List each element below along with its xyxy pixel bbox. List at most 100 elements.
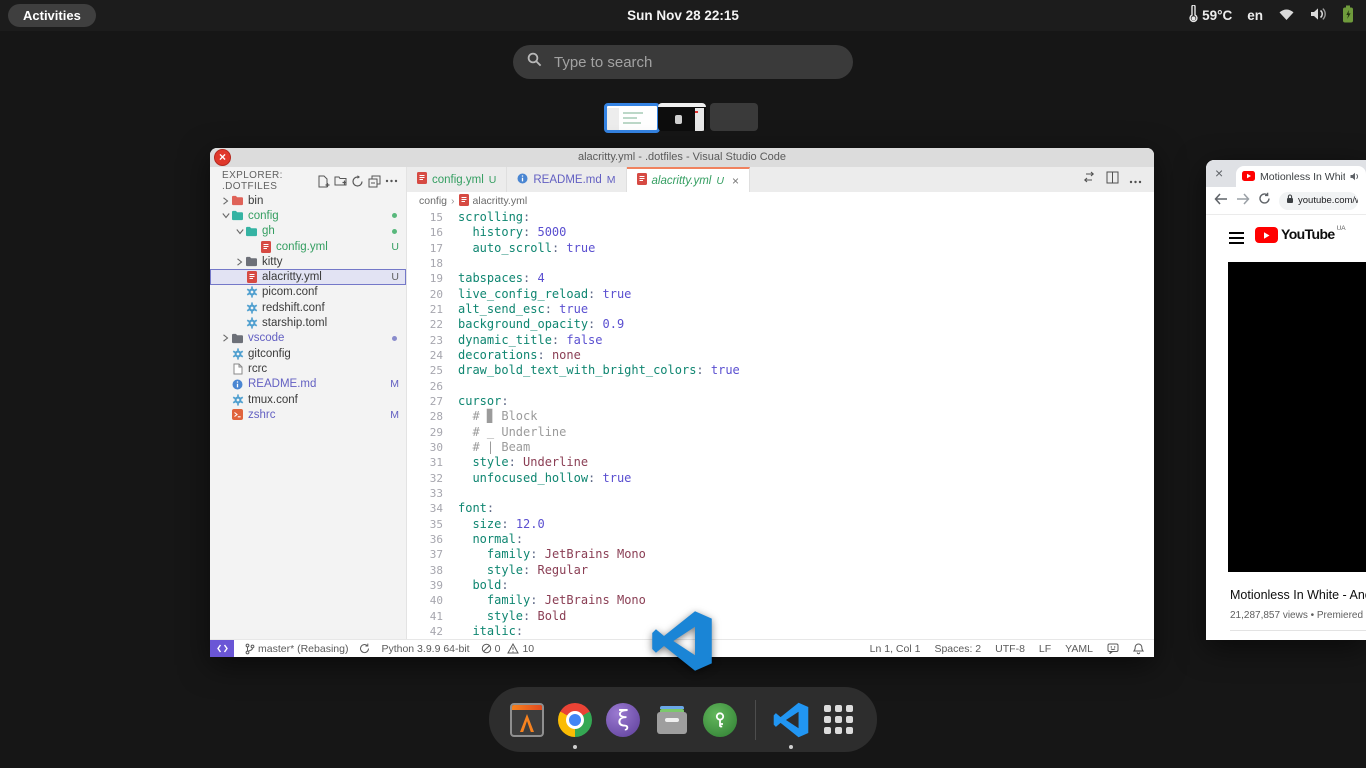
keyboard-layout-indicator[interactable]: en [1247, 8, 1263, 23]
dock-item-vscode[interactable] [773, 700, 809, 740]
collapse-folders-icon[interactable] [366, 173, 383, 189]
eol-sequence[interactable]: LF [1039, 643, 1051, 655]
code-line[interactable]: 17 auto_scroll: true [407, 241, 1154, 256]
code-line[interactable]: 16 history: 5000 [407, 225, 1154, 240]
dock-item-alacritty[interactable] [509, 700, 545, 740]
browser-tab[interactable]: Motionless In White - [1236, 166, 1366, 187]
cursor-position[interactable]: Ln 1, Col 1 [870, 643, 921, 655]
editor-tab-README-md[interactable]: README.mdM [507, 167, 626, 192]
volume-icon[interactable] [1310, 7, 1327, 24]
forward-icon[interactable] [1236, 192, 1250, 210]
tree-item-gh[interactable]: gh [210, 224, 406, 239]
new-folder-icon[interactable] [332, 173, 349, 189]
tree-item-zshrc[interactable]: zshrcM [210, 407, 406, 422]
code-line[interactable]: 31 style: Underline [407, 455, 1154, 470]
vscode-titlebar[interactable]: alacritty.yml - .dotfiles - Visual Studi… [210, 148, 1154, 167]
code-line[interactable]: 38 style: Regular [407, 563, 1154, 578]
code-line[interactable]: 30 # | Beam [407, 440, 1154, 455]
clock[interactable]: Sun Nov 28 22:15 [0, 0, 1366, 31]
tree-item-redshift-conf[interactable]: redshift.conf [210, 300, 406, 315]
language-mode[interactable]: YAML [1065, 643, 1093, 655]
encoding[interactable]: UTF-8 [995, 643, 1025, 655]
code-line[interactable]: 27cursor: [407, 394, 1154, 409]
code-line[interactable]: 18 [407, 256, 1154, 271]
code-line[interactable]: 24decorations: none [407, 348, 1154, 363]
dock-item-emacs[interactable]: ξ [605, 700, 641, 740]
more-actions-icon[interactable] [383, 173, 400, 189]
vscode-app-badge-icon[interactable] [651, 610, 713, 672]
tab-audio-icon[interactable] [1350, 168, 1360, 186]
chevron-right-icon[interactable] [234, 258, 245, 266]
code-line[interactable]: 20live_config_reload: true [407, 287, 1154, 302]
indentation[interactable]: Spaces: 2 [934, 643, 981, 655]
tree-item-bin[interactable]: bin [210, 193, 406, 208]
vscode-window[interactable]: alacritty.yml - .dotfiles - Visual Studi… [210, 148, 1154, 657]
code-line[interactable]: 29 # _ Underline [407, 425, 1154, 440]
git-branch-status[interactable]: master* (Rebasing) [245, 643, 348, 655]
dock-item-app-grid[interactable] [821, 700, 857, 740]
code-line[interactable]: 34font: [407, 501, 1154, 516]
python-interpreter[interactable]: Python 3.9.9 64-bit [381, 643, 469, 655]
reload-icon[interactable] [1258, 192, 1271, 210]
dock-item-files[interactable] [653, 700, 689, 740]
menu-icon[interactable] [1229, 232, 1244, 244]
chevron-right-icon[interactable] [220, 334, 231, 342]
code-line[interactable]: 19tabspaces: 4 [407, 271, 1154, 286]
search-bar[interactable] [513, 45, 853, 79]
tree-item-tmux-conf[interactable]: tmux.conf [210, 392, 406, 407]
tree-item-kitty[interactable]: kitty [210, 254, 406, 269]
youtube-logo[interactable]: YouTube UA [1255, 225, 1346, 243]
tree-item-picom-conf[interactable]: picom.conf [210, 285, 406, 300]
tree-item-README-md[interactable]: README.mdM [210, 377, 406, 392]
tab-close-icon[interactable]: × [732, 174, 739, 188]
window-close-button[interactable]: × [214, 149, 231, 166]
refresh-icon[interactable] [349, 173, 366, 189]
more-editor-actions-icon[interactable] [1129, 171, 1142, 189]
tree-item-gitconfig[interactable]: gitconfig [210, 346, 406, 361]
tree-item-config-yml[interactable]: config.ymlU [210, 239, 406, 254]
system-status-area[interactable]: 59°C en [1189, 0, 1354, 31]
code-line[interactable]: 25draw_bold_text_with_bright_colors: tru… [407, 363, 1154, 378]
workspace-thumbnail-browser[interactable] [658, 103, 706, 131]
search-input[interactable] [552, 53, 839, 72]
open-changes-icon[interactable] [1082, 171, 1096, 189]
editor-tab-alacritty-yml[interactable]: alacritty.ymlU× [627, 167, 750, 192]
code-line[interactable]: 15scrolling: [407, 210, 1154, 225]
tree-item-vscode[interactable]: vscode [210, 331, 406, 346]
code-line[interactable]: 39 bold: [407, 578, 1154, 593]
breadcrumb[interactable]: config › alacritty.yml [407, 192, 1154, 210]
code-line[interactable]: 28 # ▊ Block [407, 409, 1154, 424]
browser-close-icon[interactable]: × [1215, 165, 1223, 181]
notifications-bell-icon[interactable] [1133, 643, 1144, 655]
tree-item-config[interactable]: config [210, 208, 406, 223]
wifi-icon[interactable] [1278, 7, 1295, 24]
address-bar[interactable]: youtube.com/wa [1279, 192, 1358, 210]
split-editor-icon[interactable] [1106, 171, 1119, 189]
code-line[interactable]: 35 size: 12.0 [407, 517, 1154, 532]
code-line[interactable]: 36 normal: [407, 532, 1154, 547]
editor-tab-config-yml[interactable]: config.ymlU [407, 167, 507, 192]
code-line[interactable]: 23dynamic_title: false [407, 333, 1154, 348]
workspace-thumbnail-active[interactable] [604, 103, 660, 133]
chevron-down-icon[interactable] [234, 228, 245, 235]
chevron-right-icon[interactable] [220, 197, 231, 205]
code-line[interactable]: 22background_opacity: 0.9 [407, 317, 1154, 332]
video-player[interactable] [1228, 262, 1366, 572]
code-line[interactable]: 26 [407, 379, 1154, 394]
tree-item-rcrc[interactable]: rcrc [210, 361, 406, 376]
code-line[interactable]: 21alt_send_esc: true [407, 302, 1154, 317]
code-line[interactable]: 42 italic: [407, 624, 1154, 639]
code-line[interactable]: 33 [407, 486, 1154, 501]
chrome-window[interactable]: × Motionless In White - [1206, 160, 1366, 640]
battery-icon[interactable] [1342, 5, 1354, 26]
remote-indicator[interactable] [210, 640, 234, 657]
code-line[interactable]: 41 style: Bold [407, 609, 1154, 624]
chevron-down-icon[interactable] [220, 212, 231, 219]
code-line[interactable]: 40 family: JetBrains Mono [407, 593, 1154, 608]
workspace-thumbnail-empty[interactable] [710, 103, 758, 131]
tree-item-starship-toml[interactable]: starship.toml [210, 315, 406, 330]
breadcrumb-file[interactable]: alacritty.yml [473, 195, 528, 207]
tree-item-alacritty-yml[interactable]: alacritty.ymlU [210, 269, 406, 284]
dock-item-keepassxc[interactable] [702, 700, 738, 740]
breadcrumb-folder[interactable]: config [419, 195, 447, 207]
